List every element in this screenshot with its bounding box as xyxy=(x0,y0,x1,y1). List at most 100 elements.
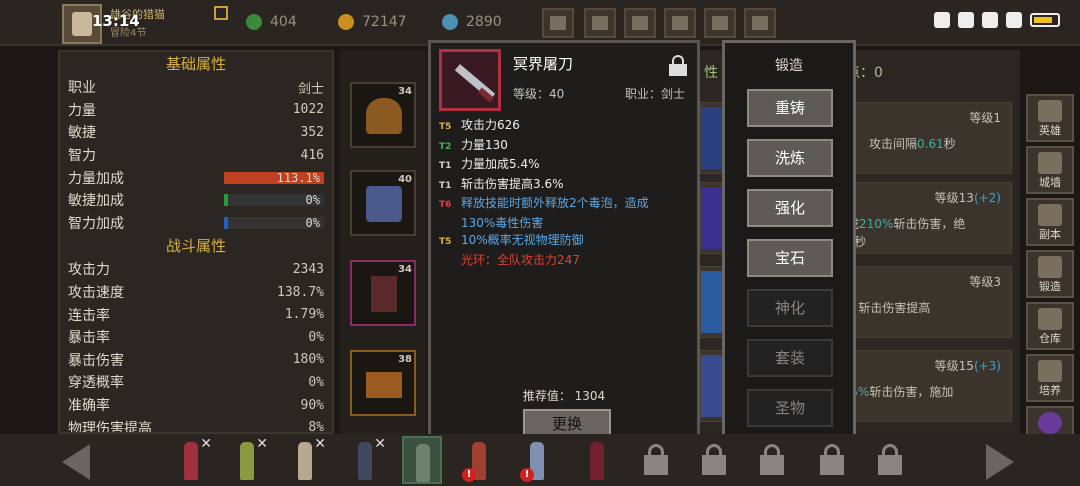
mail-button[interactable] xyxy=(584,8,616,38)
item-icon xyxy=(439,49,501,111)
hero-slot[interactable]: ! xyxy=(460,436,500,484)
hero-slot-selected[interactable] xyxy=(402,436,442,484)
hero-slot[interactable]: ✕ xyxy=(172,436,212,484)
combat-label: 暴击伤害 xyxy=(68,352,124,369)
remove-icon[interactable]: ✕ xyxy=(314,436,326,452)
locked-slot-icon xyxy=(870,438,910,482)
gamepad-button[interactable] xyxy=(624,8,656,38)
bonus-label: 力量加成 xyxy=(68,170,124,187)
nav-forge[interactable]: 锻造 xyxy=(1026,250,1074,298)
nav-wall[interactable]: 城墙 xyxy=(1026,146,1074,194)
bonus-value: 113.1% xyxy=(276,170,320,185)
resource-gold: 72147 xyxy=(338,14,407,30)
edit-icon[interactable] xyxy=(214,6,228,20)
combat-value: 8% xyxy=(308,420,324,434)
nav-label: 副本 xyxy=(1039,228,1061,241)
equip-slot-legs[interactable]: 34 xyxy=(350,260,416,326)
prev-arrow-icon[interactable] xyxy=(62,444,90,480)
combat-label: 攻击力 xyxy=(68,262,110,279)
skill-desc-value: 0.61 xyxy=(917,137,944,151)
lock-body xyxy=(669,64,687,76)
combat-label: 准确率 xyxy=(68,398,110,415)
relic-button[interactable]: 圣物 xyxy=(747,389,833,427)
remove-icon[interactable]: ✕ xyxy=(200,436,212,452)
set-button[interactable]: 套装 xyxy=(747,339,833,377)
hero-slot[interactable] xyxy=(578,436,618,484)
storage-icon xyxy=(1038,308,1062,330)
armor-icon xyxy=(366,186,402,222)
battle-icon xyxy=(1038,412,1062,434)
affix-row: T1 斩击伤害提高3.6% xyxy=(439,176,697,196)
affix-tier xyxy=(439,215,461,233)
padlock-body xyxy=(702,455,726,475)
hero-slot[interactable]: ✕ xyxy=(346,436,386,484)
affix-text: 斩击伤害提高3.6% xyxy=(461,176,564,191)
bonus-bar-fill xyxy=(224,194,228,207)
hero-slot[interactable]: ✕ xyxy=(228,436,268,484)
affix-text: 力量130 xyxy=(461,137,508,152)
enhance-button[interactable]: 强化 xyxy=(747,189,833,227)
hero-slot[interactable]: ✕ xyxy=(286,436,326,484)
affix-tier: T6 xyxy=(439,200,452,210)
nav-label: 培养 xyxy=(1039,384,1061,397)
settings-button[interactable] xyxy=(704,8,736,38)
padlock-body xyxy=(878,455,902,475)
remove-icon[interactable]: ✕ xyxy=(256,436,268,452)
battery-icon xyxy=(1030,13,1060,27)
hero-slot[interactable]: ! xyxy=(518,436,558,484)
hero-bar: ✕ ✕ ✕ ✕ ! ! xyxy=(0,434,1080,486)
bonus-value: 0% xyxy=(305,215,320,230)
deify-button[interactable]: 神化 xyxy=(747,289,833,327)
equip-slot-boots[interactable]: 38 xyxy=(350,350,416,416)
combat-row: 攻击力 2343 xyxy=(60,258,332,281)
dungeon-icon xyxy=(1038,204,1062,226)
combat-row: 准确率 90% xyxy=(60,394,332,417)
equip-slot-helmet[interactable]: 34 xyxy=(350,82,416,148)
attr-label: 职业 xyxy=(68,80,96,97)
hero-figure xyxy=(358,442,372,480)
gem-button[interactable]: 宝石 xyxy=(747,239,833,277)
system-status xyxy=(934,12,1060,28)
rank-button[interactable] xyxy=(664,8,696,38)
theme-button[interactable] xyxy=(744,8,776,38)
combat-value: 0% xyxy=(308,329,324,345)
affix-tier xyxy=(439,252,461,270)
attr-label: 智力 xyxy=(68,148,96,165)
padlock-body xyxy=(820,455,844,475)
bonus-label: 敏捷加成 xyxy=(68,193,124,210)
reroll-button[interactable]: 洗炼 xyxy=(747,139,833,177)
nav-train[interactable]: 培养 xyxy=(1026,354,1074,402)
combat-row: 物理伤害提高 8% xyxy=(60,416,332,434)
remove-icon[interactable]: ✕ xyxy=(374,436,386,452)
wall-icon xyxy=(1038,152,1062,174)
hero-figure xyxy=(298,442,312,480)
combat-row: 穿透概率 0% xyxy=(60,371,332,394)
next-arrow-icon[interactable] xyxy=(986,444,1014,480)
equip-slot-armor[interactable]: 40 xyxy=(350,170,416,236)
combat-value: 90% xyxy=(300,397,324,413)
skill-level: 等级13(+2) xyxy=(935,189,1001,206)
combat-value: 1.79% xyxy=(284,307,324,323)
skill-level: 等级15(+3) xyxy=(935,357,1001,374)
recast-button[interactable]: 重铸 xyxy=(747,89,833,127)
attr-value: 剑士 xyxy=(297,81,324,97)
nav-storage[interactable]: 仓库 xyxy=(1026,302,1074,350)
gem-value: 2890 xyxy=(466,14,502,30)
nav-label: 英雄 xyxy=(1039,124,1061,137)
coin-icon xyxy=(338,14,354,30)
combat-row: 连击率 1.79% xyxy=(60,303,332,326)
shop-button[interactable] xyxy=(542,8,574,38)
combat-label: 物理伤害提高 xyxy=(68,420,152,434)
unlock-icon[interactable] xyxy=(669,55,687,77)
gear-icon xyxy=(712,16,728,30)
energy-value: 404 xyxy=(270,14,297,30)
status-clock: 13:14 xyxy=(92,12,140,30)
skill-level-text: 等级13 xyxy=(934,191,974,205)
nav-dungeon[interactable]: 副本 xyxy=(1026,198,1074,246)
drop-icon xyxy=(934,12,950,28)
combat-label: 穿透概率 xyxy=(68,375,124,392)
nav-heroes[interactable]: 英雄 xyxy=(1026,94,1074,142)
affix-tier: T1 xyxy=(439,161,452,171)
affix-row: T5 攻击力626 xyxy=(439,117,697,137)
mail-icon xyxy=(592,16,608,30)
